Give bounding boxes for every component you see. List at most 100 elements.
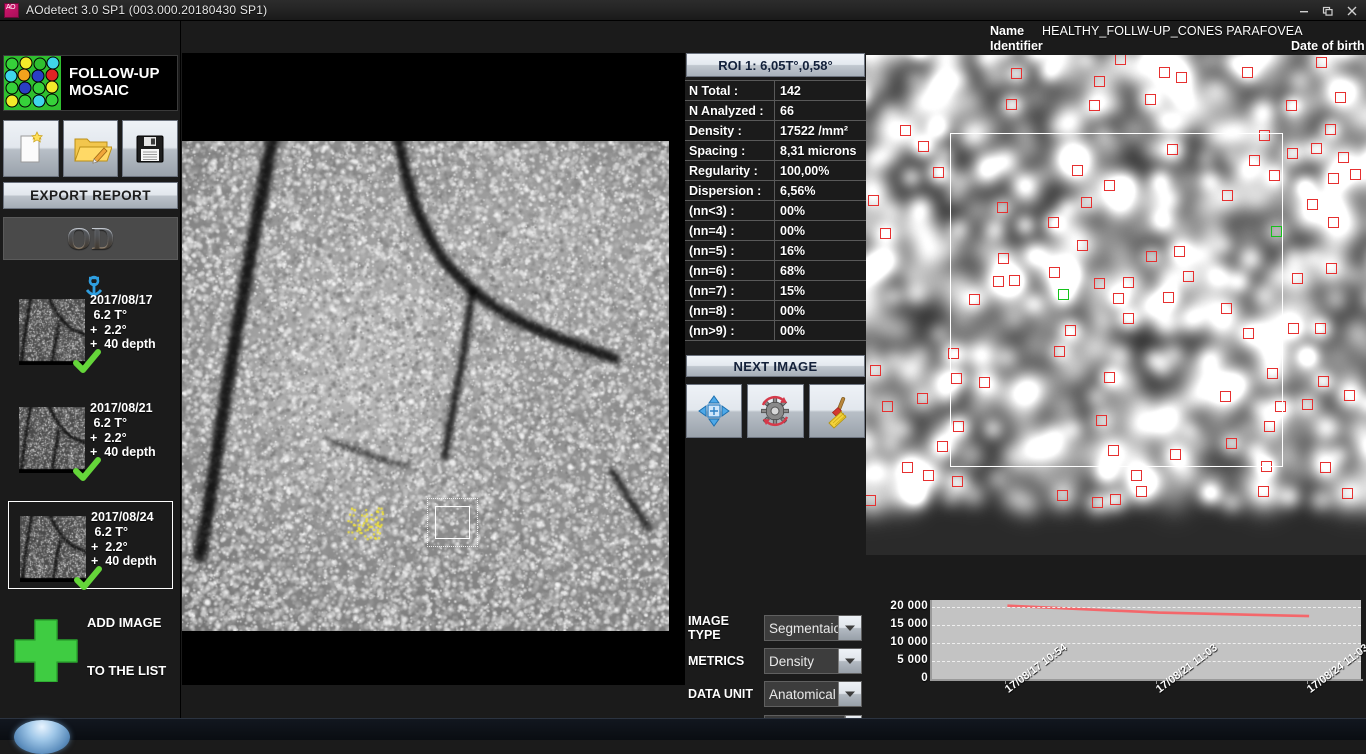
cone-marker-detected[interactable] bbox=[1328, 173, 1340, 185]
cone-marker-detected[interactable] bbox=[1114, 55, 1126, 66]
chart-x-axis bbox=[930, 679, 1363, 681]
cone-marker-detected[interactable] bbox=[879, 228, 891, 239]
cone-marker-detected[interactable] bbox=[1258, 486, 1270, 498]
cone-marker-detected[interactable] bbox=[1324, 123, 1336, 135]
thumbnail-angle-t: 6.2 T° bbox=[90, 307, 127, 322]
move-tool-button[interactable] bbox=[686, 384, 743, 438]
cone-marker-detected[interactable] bbox=[1159, 67, 1171, 79]
list-item[interactable]: 2017/08/21 6.2 T° + 2.2° + 40 depth bbox=[8, 393, 173, 481]
cone-marker-detected[interactable] bbox=[1306, 199, 1318, 210]
cone-marker-detected[interactable] bbox=[866, 494, 877, 506]
cone-marker-detected[interactable] bbox=[1285, 99, 1297, 111]
ao-retina-image[interactable] bbox=[182, 141, 669, 631]
image-type-select[interactable]: Segmentaion bbox=[764, 615, 862, 641]
table-row: Regularity : 100,00% bbox=[685, 161, 866, 181]
table-row: (nn=7) : 15% bbox=[685, 281, 866, 301]
cone-marker-detected[interactable] bbox=[936, 441, 948, 453]
metrics-row: METRICS Density bbox=[688, 648, 866, 674]
start-button-orb-icon[interactable] bbox=[14, 720, 70, 754]
cone-marker-detected[interactable] bbox=[901, 461, 913, 473]
save-button[interactable] bbox=[122, 120, 179, 177]
cone-marker-detected[interactable] bbox=[1325, 263, 1337, 275]
add-image-button[interactable]: ADD IMAGE TO THE LIST bbox=[5, 604, 180, 690]
cone-marker-detected[interactable] bbox=[1315, 57, 1327, 69]
metrics-value: Density bbox=[769, 653, 815, 669]
cone-marker-detected[interactable] bbox=[869, 364, 881, 376]
cone-marker-detected[interactable] bbox=[1292, 273, 1304, 285]
cone-marker-detected[interactable] bbox=[1056, 490, 1068, 502]
chart-y-tick: 15 000 bbox=[890, 618, 928, 631]
table-row: Spacing : 8,31 microns bbox=[685, 141, 866, 161]
recompute-tool-button[interactable] bbox=[747, 384, 804, 438]
roi-title[interactable]: ROI 1: 6,05T°,0,58° bbox=[686, 53, 865, 77]
chevron-down-icon[interactable] bbox=[838, 649, 861, 673]
cone-marker-detected[interactable] bbox=[1130, 469, 1142, 481]
cone-marker-detected[interactable] bbox=[922, 470, 934, 482]
cone-marker-detected[interactable] bbox=[1011, 68, 1023, 80]
cone-marker-detected[interactable] bbox=[1343, 389, 1355, 401]
cone-marker-detected[interactable] bbox=[1110, 494, 1122, 506]
table-row: Density : 17522 /mm² bbox=[685, 121, 866, 141]
cone-marker-detected[interactable] bbox=[1094, 76, 1106, 88]
chevron-down-icon[interactable] bbox=[838, 616, 861, 640]
stat-key: Spacing : bbox=[685, 141, 775, 160]
cone-marker-detected[interactable] bbox=[1314, 322, 1326, 334]
thumbnail-date: 2017/08/21 bbox=[90, 401, 153, 415]
cone-marker-detected[interactable] bbox=[1341, 487, 1353, 499]
stat-key: Density : bbox=[685, 121, 775, 140]
cone-marker-detected[interactable] bbox=[899, 125, 911, 137]
ao-image-viewer[interactable] bbox=[182, 53, 685, 685]
cone-marker-detected[interactable] bbox=[1328, 217, 1340, 229]
minimize-icon[interactable] bbox=[1292, 1, 1316, 21]
window-title: AOdetect 3.0 SP1 (003.000.20180430 SP1) bbox=[26, 3, 268, 17]
cone-marker-detected[interactable] bbox=[1320, 462, 1332, 474]
cone-marker-detected[interactable] bbox=[1310, 143, 1322, 155]
eye-side-button[interactable]: OD bbox=[3, 217, 178, 260]
patient-name-label: Name bbox=[990, 24, 1025, 38]
cone-marker-detected[interactable] bbox=[1334, 91, 1346, 103]
cone-marker-detected[interactable] bbox=[1135, 485, 1147, 497]
chart-gridline bbox=[932, 625, 1361, 627]
cone-marker-detected[interactable] bbox=[951, 475, 963, 487]
cone-marker-detected[interactable] bbox=[867, 194, 879, 206]
clear-tool-button[interactable] bbox=[808, 384, 865, 438]
windows-taskbar bbox=[0, 718, 1366, 754]
close-icon[interactable] bbox=[1340, 1, 1364, 21]
open-folder-button[interactable] bbox=[62, 120, 119, 177]
cone-marker-detected[interactable] bbox=[1350, 169, 1362, 181]
cone-marker-detected[interactable] bbox=[933, 166, 945, 178]
stat-key: Dispersion : bbox=[685, 181, 775, 200]
cone-marker-detected[interactable] bbox=[1145, 93, 1157, 105]
cone-marker-detected[interactable] bbox=[1091, 497, 1103, 509]
next-image-button[interactable]: NEXT IMAGE bbox=[686, 355, 865, 377]
move-arrows-icon bbox=[698, 395, 731, 427]
stat-key: N Analyzed : bbox=[685, 101, 775, 120]
data-unit-select[interactable]: Anatomical bbox=[764, 681, 862, 707]
roi-selection-box[interactable] bbox=[435, 506, 470, 539]
table-row: (nn=6) : 68% bbox=[685, 261, 866, 281]
cone-roi-outline[interactable] bbox=[950, 133, 1283, 467]
cone-marker-detected[interactable] bbox=[1089, 100, 1101, 112]
cone-marker-detected[interactable] bbox=[1175, 71, 1187, 83]
cone-mosaic-viewer[interactable] bbox=[866, 55, 1366, 555]
new-document-button[interactable] bbox=[3, 120, 59, 177]
cone-marker-detected[interactable] bbox=[1301, 398, 1313, 410]
thumbnail-angle-v: + 2.2° bbox=[91, 539, 128, 554]
list-item[interactable]: 2017/08/24 6.2 T° + 2.2° + 40 depth bbox=[8, 501, 173, 590]
cone-marker-detected[interactable] bbox=[917, 392, 929, 404]
cone-marker-detected[interactable] bbox=[918, 140, 930, 152]
chevron-down-icon[interactable] bbox=[838, 682, 861, 706]
cone-marker-detected[interactable] bbox=[1286, 147, 1298, 159]
cone-marker-detected[interactable] bbox=[1337, 152, 1349, 164]
chart-series-svg bbox=[1007, 604, 1310, 618]
export-report-button[interactable]: EXPORT REPORT bbox=[3, 182, 178, 209]
cone-marker-detected[interactable] bbox=[1006, 99, 1018, 111]
cone-marker-detected[interactable] bbox=[1242, 66, 1254, 78]
cone-marker-detected[interactable] bbox=[881, 401, 893, 413]
list-item[interactable]: 2017/08/17 6.2 T° + 2.2° + 40 depth bbox=[8, 275, 173, 373]
aodetect-logo-icon bbox=[4, 2, 19, 18]
cone-marker-detected[interactable] bbox=[1317, 375, 1329, 387]
restore-icon[interactable] bbox=[1316, 1, 1340, 21]
cone-marker-detected[interactable] bbox=[1287, 323, 1299, 335]
metrics-select[interactable]: Density bbox=[764, 648, 862, 674]
